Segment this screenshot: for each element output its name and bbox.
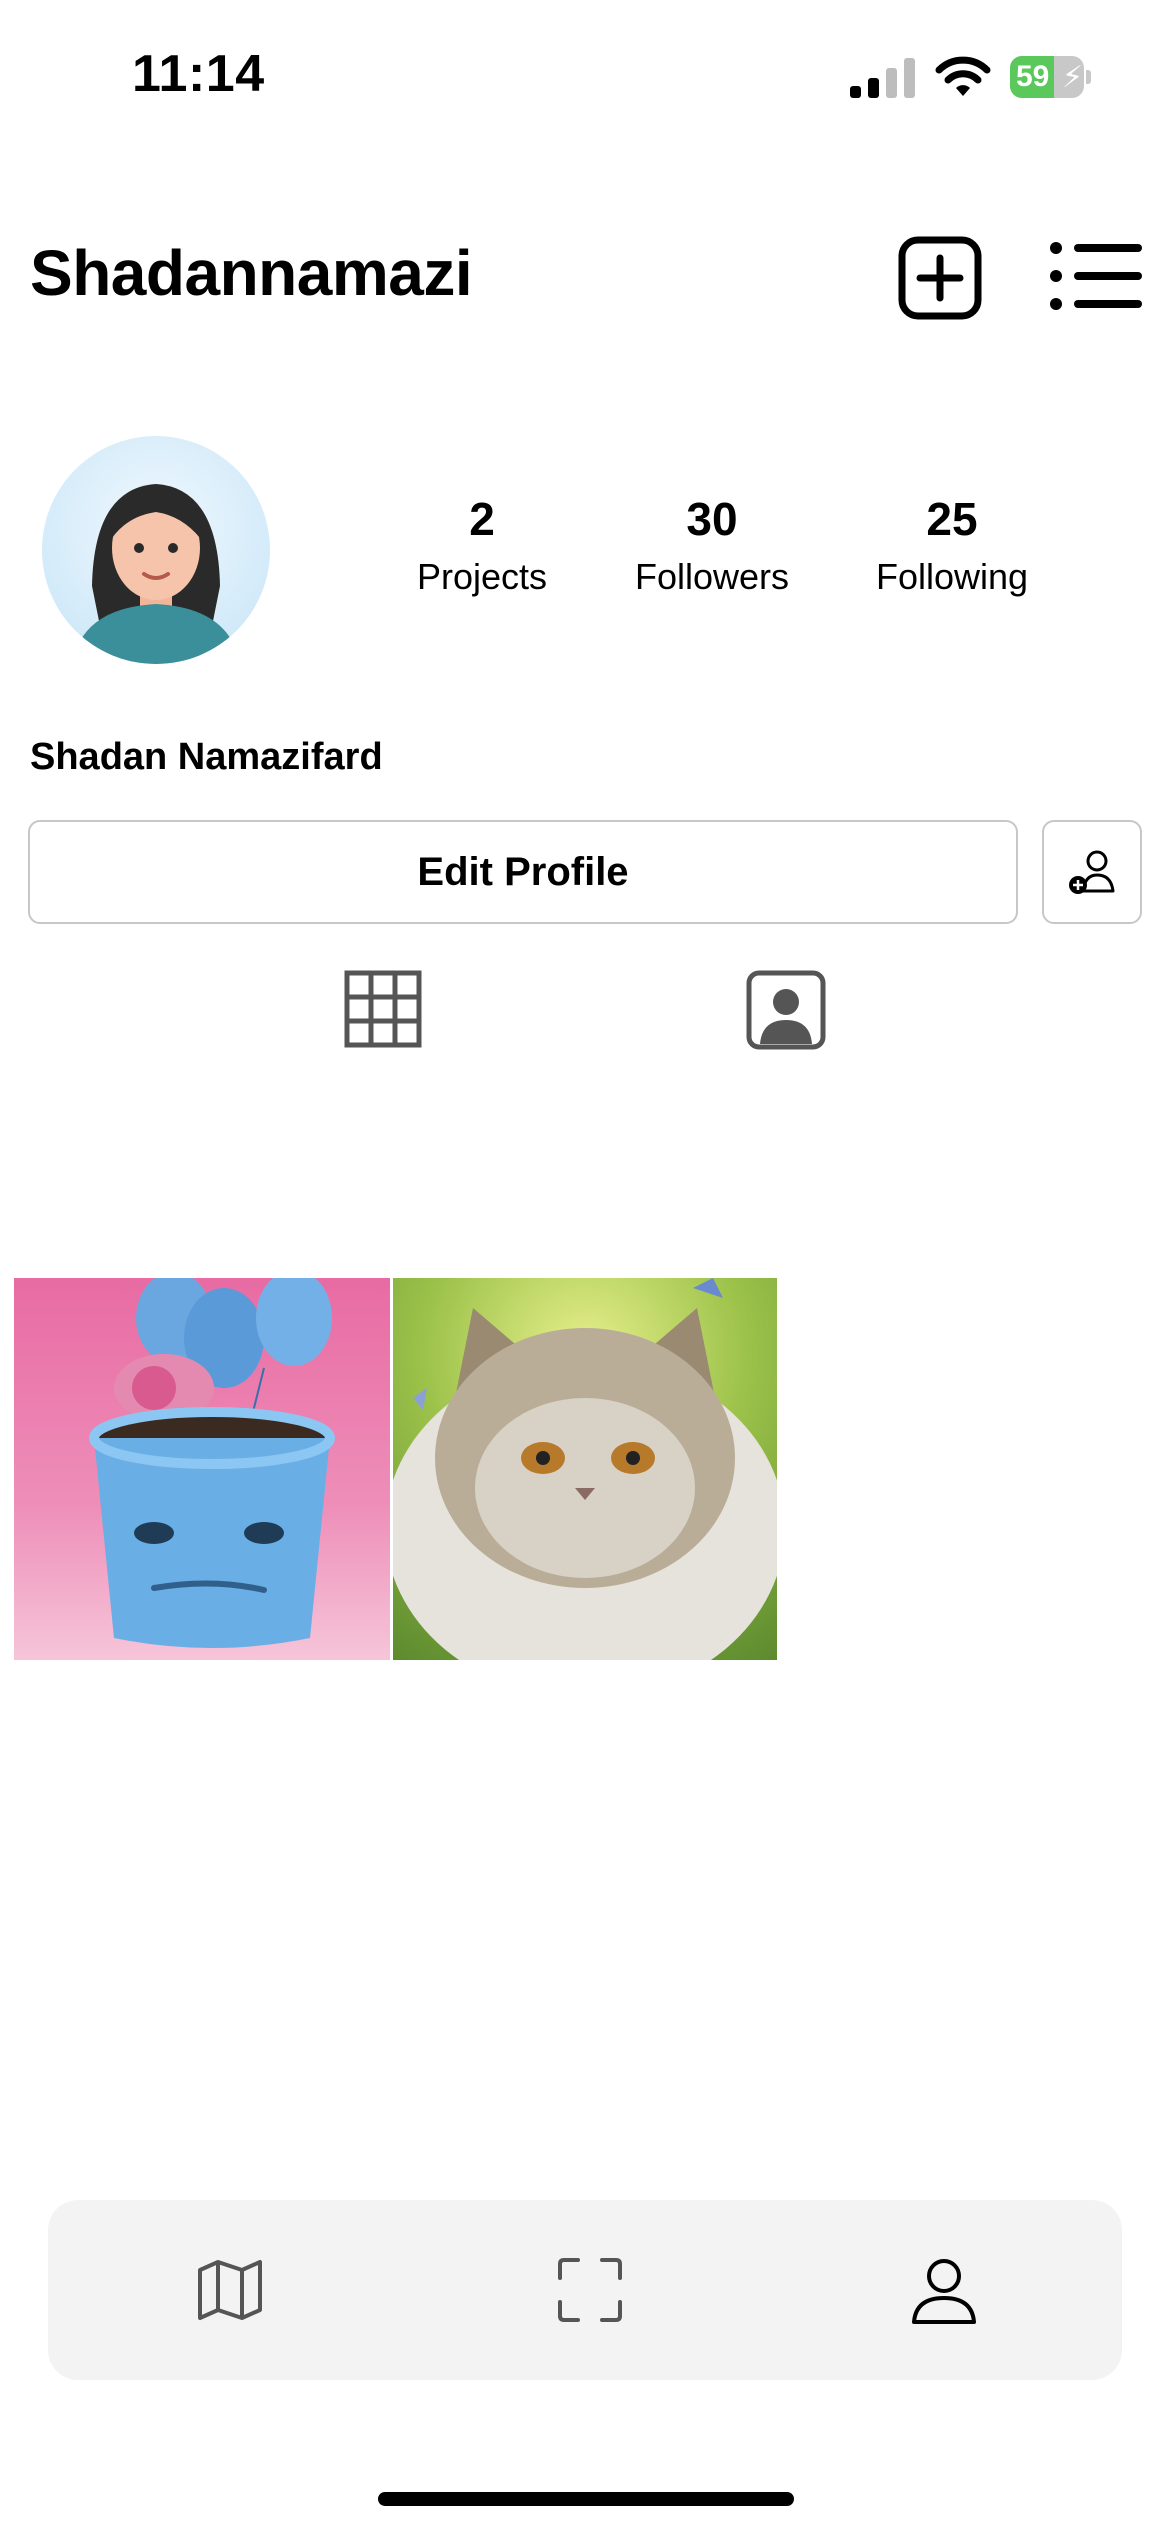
scan-icon[interactable] bbox=[554, 2254, 626, 2326]
add-person-icon bbox=[1069, 850, 1115, 894]
stat-followers[interactable]: 30 Followers bbox=[612, 492, 812, 598]
post-thumbnail-cat[interactable] bbox=[393, 1278, 777, 1660]
tab-tagged[interactable] bbox=[746, 970, 826, 1050]
home-indicator bbox=[378, 2492, 794, 2506]
add-friend-button[interactable] bbox=[1042, 820, 1142, 924]
charging-bolt-icon: ⚡ bbox=[1062, 61, 1084, 94]
post-thumbnail-flower-pot[interactable] bbox=[14, 1278, 390, 1660]
flower-pot-image bbox=[89, 1278, 335, 1648]
stat-following[interactable]: 25 Following bbox=[852, 492, 1052, 598]
status-time: 11:14 bbox=[132, 45, 265, 103]
stat-value: 2 bbox=[469, 493, 495, 545]
edit-profile-label: Edit Profile bbox=[417, 849, 629, 894]
avatar-illustration bbox=[72, 484, 240, 664]
edit-profile-button[interactable]: Edit Profile bbox=[28, 820, 1018, 924]
battery-percent: 59 bbox=[1016, 60, 1050, 93]
wifi-icon bbox=[935, 56, 991, 96]
profile-icon[interactable] bbox=[908, 2254, 980, 2326]
tab-grid[interactable] bbox=[344, 970, 422, 1048]
profile-username: Shadannamazi bbox=[30, 237, 473, 309]
stat-label: Followers bbox=[634, 556, 790, 597]
persian-cat-image bbox=[393, 1278, 777, 1660]
add-post-button[interactable] bbox=[898, 236, 982, 320]
display-name: Shadan Namazifard bbox=[30, 736, 383, 778]
map-icon[interactable] bbox=[194, 2254, 266, 2326]
battery-icon: 59 ⚡ bbox=[1010, 56, 1091, 98]
stat-projects[interactable]: 2 Projects bbox=[382, 492, 582, 598]
stat-value: 25 bbox=[926, 493, 978, 545]
cellular-signal-icon bbox=[850, 58, 915, 98]
stat-label: Projects bbox=[416, 556, 548, 597]
stat-value: 30 bbox=[686, 493, 738, 545]
avatar[interactable] bbox=[42, 436, 270, 664]
stat-label: Following bbox=[875, 556, 1029, 597]
menu-list-button[interactable] bbox=[1050, 240, 1142, 312]
